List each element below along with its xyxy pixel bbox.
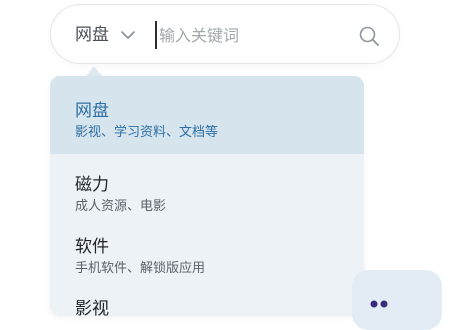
dropdown-item-netdisk[interactable]: 网盘 影视、学习资料、文档等 bbox=[50, 76, 364, 154]
search-input[interactable] bbox=[155, 21, 349, 49]
search-icon[interactable] bbox=[358, 25, 380, 47]
search-bar: 网盘 bbox=[50, 4, 400, 64]
item-title: 网盘 bbox=[75, 101, 109, 121]
scope-dropdown: 网盘 影视、学习资料、文档等 磁力 成人资源、电影 软件 手机软件、解锁版应用 … bbox=[50, 76, 364, 316]
chevron-down-icon bbox=[121, 31, 135, 39]
floating-bubble[interactable] bbox=[352, 270, 442, 330]
dropdown-caret bbox=[86, 66, 102, 76]
scope-label: 网盘 bbox=[75, 25, 109, 45]
item-subtitle: 成人资源、电影 bbox=[75, 199, 167, 214]
item-subtitle: 手机软件、解锁版应用 bbox=[75, 261, 206, 276]
dropdown-item-video[interactable]: 影视 bbox=[50, 278, 364, 316]
item-title: 软件 bbox=[75, 237, 109, 257]
scope-select[interactable]: 网盘 bbox=[75, 22, 135, 48]
dropdown-item-magnet[interactable]: 磁力 成人资源、电影 bbox=[50, 154, 364, 216]
item-title: 影视 bbox=[75, 299, 109, 316]
item-subtitle: 影视、学习资料、文档等 bbox=[75, 125, 219, 140]
item-title: 磁力 bbox=[75, 175, 109, 195]
dropdown-item-software[interactable]: 软件 手机软件、解锁版应用 bbox=[50, 216, 364, 278]
